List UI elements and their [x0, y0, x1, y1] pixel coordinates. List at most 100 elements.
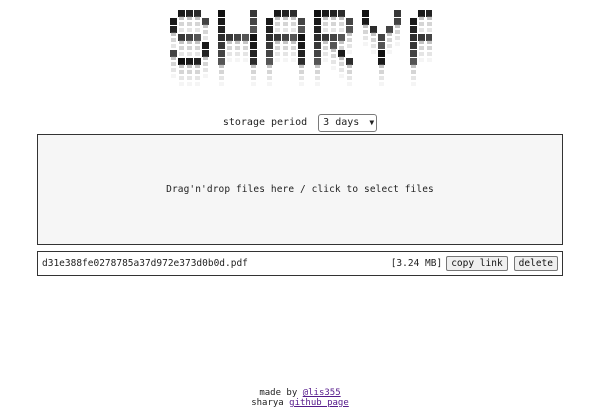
- logo-drip: [171, 68, 176, 72]
- logo-drip: [227, 40, 232, 44]
- logo-drip: [187, 28, 192, 32]
- logo-pixel: [266, 26, 273, 33]
- logo-drip: [419, 28, 424, 32]
- logo-pixel: [266, 18, 273, 25]
- logo-pixel: [194, 34, 201, 41]
- logo-drip: [299, 64, 304, 68]
- logo-drip: [187, 46, 192, 50]
- logo-drip: [171, 56, 176, 60]
- logo-drip: [275, 58, 280, 62]
- logo-pixel: [346, 26, 353, 33]
- logo-drip: [371, 44, 376, 48]
- logo-drip: [275, 16, 280, 20]
- logo-pixel: [202, 18, 209, 25]
- logo-drip: [187, 76, 192, 80]
- logo-pixel: [226, 34, 233, 41]
- logo-drip: [219, 64, 224, 68]
- logo-drip: [195, 70, 200, 74]
- logo-drip: [267, 64, 272, 68]
- logo-drip: [283, 58, 288, 62]
- logo-drip: [323, 58, 328, 62]
- logo-drip: [331, 54, 336, 58]
- logo-drip: [283, 22, 288, 26]
- logo-pixel: [378, 50, 385, 57]
- logo-drip: [339, 28, 344, 32]
- logo-pixel: [346, 58, 353, 65]
- logo-drip: [291, 52, 296, 56]
- file-size: [3.24 MB]: [390, 258, 443, 269]
- copy-link-button[interactable]: copy link: [446, 256, 508, 271]
- logo-pixel: [410, 50, 417, 57]
- logo-pixel: [418, 34, 425, 41]
- logo-pixel: [178, 10, 185, 17]
- file-name: d31e388fe0278785a37d972e373d0b0d.pdf: [42, 258, 248, 269]
- logo-drip: [195, 40, 200, 44]
- logo-drip: [347, 44, 352, 48]
- logo-pixel: [218, 58, 225, 65]
- logo-pixel: [362, 10, 369, 17]
- logo-drip: [219, 82, 224, 86]
- logo-pixel: [314, 50, 321, 57]
- file-item: d31e388fe0278785a37d972e373d0b0d.pdf [3.…: [37, 251, 563, 276]
- github-page-link[interactable]: github page: [289, 398, 349, 408]
- logo-drip: [283, 28, 288, 32]
- logo-drip: [371, 50, 376, 54]
- logo-drip: [203, 24, 208, 28]
- logo-pixel: [266, 42, 273, 49]
- logo-drip: [323, 22, 328, 26]
- logo-drip: [387, 32, 392, 36]
- logo-drip: [291, 40, 296, 44]
- logo-pixel: [202, 42, 209, 49]
- logo-pixel: [298, 50, 305, 57]
- logo-pixel: [362, 18, 369, 25]
- logo-drip: [347, 38, 352, 42]
- logo-pixel: [370, 26, 377, 33]
- logo-drip: [379, 64, 384, 68]
- logo-drip: [179, 28, 184, 32]
- logo-drip: [251, 76, 256, 80]
- logo-drip: [331, 28, 336, 32]
- logo-drip: [203, 56, 208, 60]
- logo-drip: [179, 22, 184, 26]
- logo-pixel: [218, 50, 225, 57]
- delete-button[interactable]: delete: [513, 256, 558, 271]
- logo-drip: [171, 74, 176, 78]
- file-dropzone[interactable]: Drag'n'drop files here / click to select…: [37, 134, 563, 245]
- logo-pixel: [426, 34, 432, 41]
- footer-line-1: made by @lis355: [0, 388, 600, 398]
- logo-drip: [203, 36, 208, 40]
- logo-drip: [347, 70, 352, 74]
- logo-drip: [347, 76, 352, 80]
- logo-drip: [227, 46, 232, 50]
- logo-drip: [275, 22, 280, 26]
- logo-drip: [339, 46, 344, 50]
- logo-drip: [323, 46, 328, 50]
- logo-drip: [243, 58, 248, 62]
- logo-drip: [179, 46, 184, 50]
- logo-drip: [363, 36, 368, 40]
- logo-drip: [419, 46, 424, 50]
- logo-pixel: [186, 34, 193, 41]
- logo-drip: [179, 82, 184, 86]
- storage-period-select[interactable]: 3 days ▼: [318, 114, 378, 132]
- logo-pixel: [418, 10, 425, 17]
- logo-pixel: [250, 58, 257, 65]
- logo-drip: [419, 52, 424, 56]
- logo-drip: [291, 46, 296, 50]
- logo-drip: [187, 52, 192, 56]
- logo-drip: [275, 28, 280, 32]
- logo-drip: [299, 82, 304, 86]
- logo-drip: [179, 40, 184, 44]
- logo-drip: [187, 40, 192, 44]
- logo-drip: [347, 82, 352, 86]
- logo-pixel: [410, 42, 417, 49]
- logo-pixel: [234, 34, 241, 41]
- author-link[interactable]: @lis355: [303, 388, 341, 398]
- logo-drip: [235, 46, 240, 50]
- logo-drip: [395, 30, 400, 34]
- logo-pixel: [274, 10, 281, 17]
- logo-drip: [339, 74, 344, 78]
- logo-drip: [339, 22, 344, 26]
- logo-drip: [331, 22, 336, 26]
- logo-drip: [323, 52, 328, 56]
